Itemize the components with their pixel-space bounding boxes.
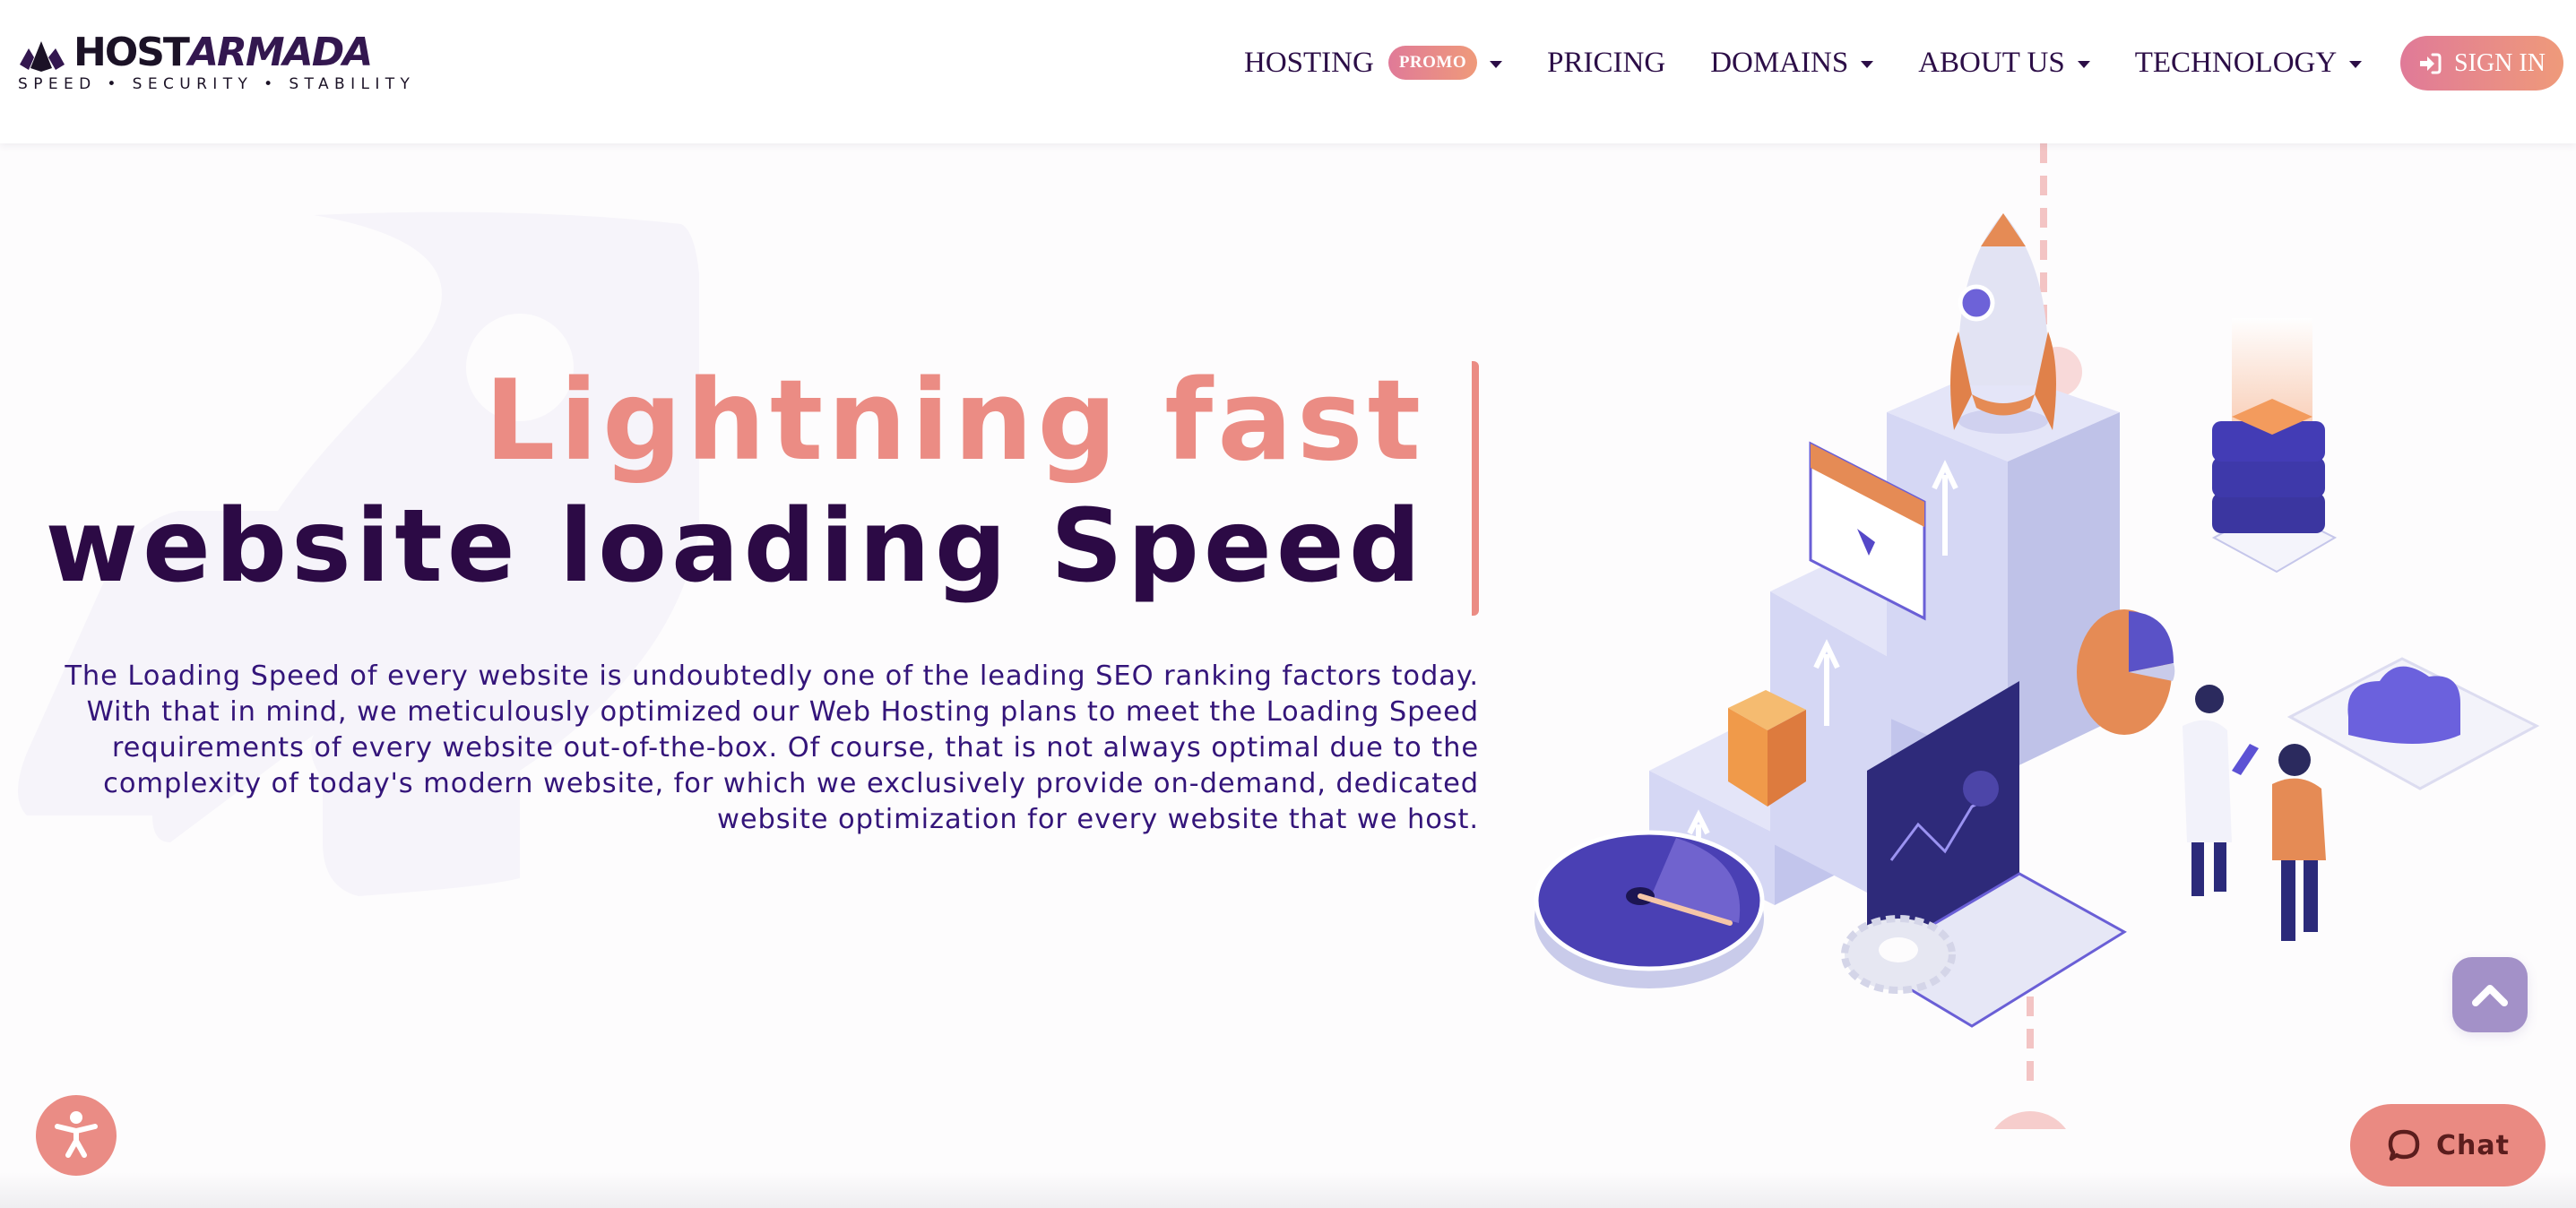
caret-down-icon (1490, 61, 1503, 68)
nav-item-about-us[interactable]: ABOUT US (1918, 47, 2090, 80)
hero-headline: Lightning fast website loading Speed (46, 358, 1425, 609)
accessibility-icon (55, 1111, 98, 1158)
promo-badge: PROMO (1387, 46, 1478, 80)
logo-wordmark: HOSTARMADA (73, 30, 373, 75)
sign-in-button[interactable]: SIGN IN (2400, 36, 2563, 91)
sign-in-label: SIGN IN (2454, 48, 2546, 77)
nav-label: DOMAINS (1710, 46, 1849, 79)
site-header: HOSTARMADA SPEED • SECURITY • STABILITY … (0, 0, 2576, 143)
headline-accent-bar (1472, 361, 1479, 616)
caret-down-icon (2077, 61, 2090, 68)
nav-label: HOSTING (1244, 46, 1374, 79)
scientist-figure (2183, 685, 2259, 896)
chat-label: Chat (2436, 1129, 2510, 1161)
isometric-speed-illustration (1534, 143, 2540, 1129)
logo-tagline: SPEED • SECURITY • STABILITY (18, 75, 416, 93)
chat-bubble-icon (2388, 1129, 2420, 1161)
bottom-shade (0, 1172, 2576, 1208)
nav-item-pricing[interactable]: PRICING (1547, 47, 1665, 80)
headline-line-2: website loading Speed (45, 488, 1425, 605)
hero-description: The Loading Speed of every website is un… (65, 660, 1479, 835)
pie-chart (2077, 609, 2175, 735)
sign-in-icon (2420, 53, 2442, 73)
headline-line-1: Lightning fast (484, 357, 1425, 486)
main-nav: HOSTING PROMO PRICING DOMAINS ABOUT US T… (1244, 43, 2363, 82)
caret-down-icon (2349, 61, 2363, 68)
logo[interactable]: HOSTARMADA SPEED • SECURITY • STABILITY (18, 32, 410, 94)
nav-item-technology[interactable]: TECHNOLOGY (2134, 46, 2363, 80)
accessibility-button[interactable] (36, 1095, 117, 1176)
chevron-up-icon (2472, 985, 2508, 1006)
chat-button[interactable]: Chat (2350, 1104, 2546, 1186)
nav-item-hosting[interactable]: HOSTING PROMO (1244, 46, 1503, 80)
caret-down-icon (1861, 61, 1874, 68)
logo-armada: ARMADA (187, 30, 373, 75)
nav-item-domains[interactable]: DOMAINS (1710, 46, 1874, 80)
person-figure (2272, 744, 2326, 941)
scroll-to-top-button[interactable] (2452, 957, 2528, 1032)
logo-mark-icon (20, 41, 65, 72)
nav-label: ABOUT US (1918, 46, 2065, 79)
server-stack (2211, 318, 2338, 574)
logo-host: HOST (73, 30, 190, 75)
cloud-platform (2286, 657, 2540, 790)
nav-label: TECHNOLOGY (2134, 46, 2338, 79)
gear (1841, 915, 1956, 994)
speedometer (1534, 830, 1765, 988)
pink-dot (1994, 1111, 2066, 1129)
nav-label: PRICING (1547, 46, 1666, 79)
